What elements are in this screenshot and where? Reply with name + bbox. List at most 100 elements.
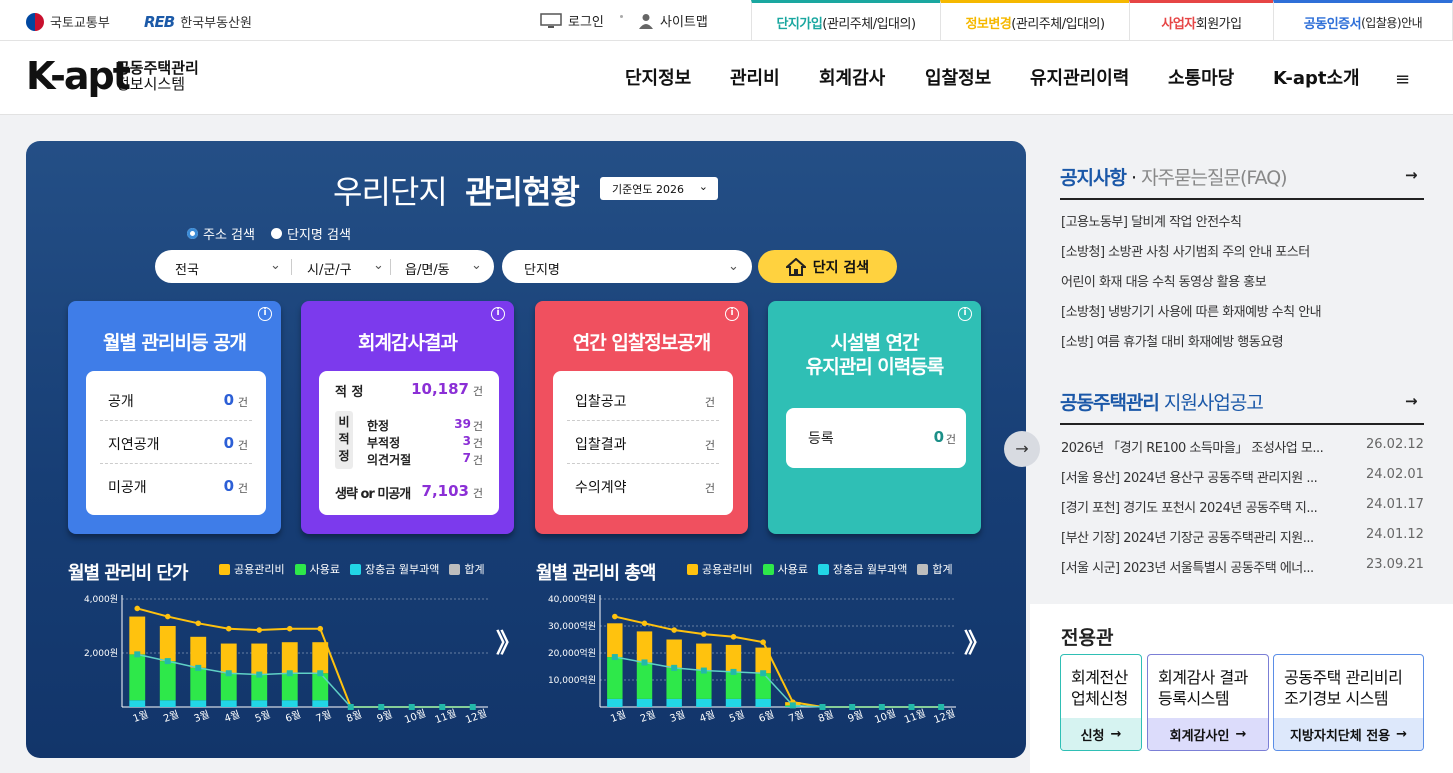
dedicated-accounting-vendor[interactable]: 회계전산 업체신청 신청 → bbox=[1060, 654, 1142, 751]
bar-common bbox=[251, 643, 268, 675]
chart-next-arrow[interactable]: 》 bbox=[496, 623, 522, 660]
point-usage bbox=[195, 664, 202, 671]
x-tick-label: 8월 bbox=[345, 708, 364, 725]
point-usage bbox=[760, 670, 767, 677]
point-usage bbox=[611, 654, 618, 661]
tab-business-signup[interactable]: 사업자 회원가입 bbox=[1129, 0, 1273, 41]
apply-label: 신청 bbox=[1080, 728, 1105, 744]
notice-item[interactable]: [고용노동부] 달비계 작업 안전수칙 bbox=[1061, 211, 1242, 230]
card-audit-results[interactable]: i 회계감사결과 적 정 10,187 건 비적정 한정 39 건 부적정 3 … bbox=[301, 301, 514, 534]
sitemap-link[interactable]: 사이트맵 bbox=[638, 11, 708, 30]
info-icon[interactable]: i bbox=[491, 307, 505, 321]
stat-label: 등록 bbox=[808, 431, 834, 447]
nav-about-kapt[interactable]: K-apt소개 bbox=[1273, 64, 1360, 90]
nav-management-fee[interactable]: 관리비 bbox=[730, 64, 780, 90]
card-title: 연간 입찰정보공개 bbox=[572, 332, 711, 354]
apply-button[interactable]: 신청 → bbox=[1061, 718, 1141, 750]
legend-item: 장충금 월부과액 bbox=[817, 561, 907, 577]
notice-item[interactable]: [소방청] 냉방기기 사용에 따른 화재예방 수칙 안내 bbox=[1061, 301, 1322, 320]
radio-name-search[interactable]: 단지명 검색 bbox=[271, 224, 351, 243]
province-select[interactable]: 전국 ⌄ bbox=[175, 258, 285, 278]
notice-item[interactable]: [소방청] 소방관 사칭 사기범죄 주의 안내 포스터 bbox=[1061, 241, 1310, 260]
stat-label: 입찰공고 bbox=[575, 394, 627, 410]
bar-usage bbox=[190, 667, 207, 701]
dedicated-card-text: 회계전산 업체신청 bbox=[1071, 667, 1128, 709]
chart-next-arrow[interactable]: 》 bbox=[964, 623, 990, 660]
card-maintenance-registration[interactable]: i 시설별 연간 유지관리 이력등록 등록 0 건 bbox=[768, 301, 981, 534]
point-usage bbox=[671, 664, 678, 671]
chart-unit-price: 4,000원 2,000원 1월 2월 3월 4월 5월 6월 7월 8월 9월 10월 11월 12월 bbox=[84, 594, 489, 726]
x-tick-label: 7월 bbox=[314, 708, 333, 725]
notice-item[interactable]: 어린이 화재 대응 수칙 동영상 활용 홍보 bbox=[1061, 271, 1267, 290]
support-item-title[interactable]: [서울 용산] 2024년 용산구 공동주택 관리지원 ... bbox=[1061, 467, 1331, 486]
point-total bbox=[225, 625, 232, 632]
stat-unit: 건 bbox=[237, 396, 248, 409]
card-title: 회계감사결과 bbox=[358, 332, 458, 354]
auditor-button[interactable]: 회계감사인 → bbox=[1148, 718, 1268, 750]
support-item-title[interactable]: [경기 포천] 경기도 포천시 2024년 공동주택 지... bbox=[1061, 497, 1331, 516]
complex-name-select[interactable]: 단지명 ⌄ bbox=[502, 250, 752, 283]
hamburger-menu-icon[interactable]: ≡ bbox=[1395, 69, 1410, 90]
legend-swatch bbox=[219, 563, 230, 575]
panel-next-button[interactable]: → bbox=[1004, 431, 1040, 467]
bar-reserve bbox=[696, 698, 712, 707]
adverse-label: 부적정 bbox=[367, 436, 401, 450]
legend-label: 장충금 월부과액 bbox=[364, 563, 440, 576]
stat-label: 공개 bbox=[108, 394, 134, 410]
tab-notice[interactable]: 공지사항 bbox=[1060, 167, 1127, 189]
bar-usage bbox=[281, 673, 298, 701]
support-item-date: 24.01.17 bbox=[1366, 497, 1424, 512]
nav-accounting-audit[interactable]: 회계감사 bbox=[819, 64, 885, 90]
dedicated-early-warning[interactable]: 공동주택 관리비리 조기경보 시스템 지방자치단체 전용 → bbox=[1273, 654, 1424, 751]
info-icon[interactable]: i bbox=[725, 307, 739, 321]
support-more-arrow-icon[interactable]: → bbox=[1405, 392, 1418, 410]
point-total bbox=[164, 613, 171, 620]
info-icon[interactable]: i bbox=[258, 307, 272, 321]
complex-search-button[interactable]: 단지 검색 bbox=[758, 250, 897, 283]
local-gov-button[interactable]: 지방자치단체 전용 → bbox=[1274, 718, 1423, 750]
x-tick-label: 5월 bbox=[253, 708, 272, 725]
brand-subtitle: 공동주택관리 정보시스템 bbox=[116, 60, 199, 92]
city-select[interactable]: 시/군/구 ⌄ bbox=[307, 258, 387, 278]
dedicated-audit-registration[interactable]: 회계감사 결과 등록시스템 회계감사인 → bbox=[1147, 654, 1269, 751]
nav-bid-info[interactable]: 입찰정보 bbox=[925, 64, 991, 90]
card-annual-bid-disclosure[interactable]: i 연간 입찰정보공개 입찰공고 건 입찰결과 건 수의계약 건 bbox=[535, 301, 748, 534]
nav-complex-info[interactable]: 단지정보 bbox=[625, 64, 691, 90]
year-select[interactable]: 기준연도 2026 ⌄ bbox=[600, 177, 718, 200]
legend-swatch bbox=[762, 563, 774, 575]
tab-info-change[interactable]: 정보변경 (관리주체/입대의) bbox=[940, 0, 1129, 41]
molit-link[interactable]: 국토교통부 bbox=[26, 12, 110, 31]
bar-reserve bbox=[220, 700, 237, 707]
card-monthly-fee-disclosure[interactable]: i 월별 관리비등 공개 공개 0 건 지연공개 0 건 미공개 0 건 bbox=[68, 301, 281, 534]
home-icon bbox=[785, 257, 806, 276]
omitted-unit: 건 bbox=[472, 487, 483, 500]
town-select[interactable]: 읍/면/동 ⌄ bbox=[405, 258, 490, 278]
bar-usage bbox=[755, 673, 771, 699]
notice-more-arrow-icon[interactable]: → bbox=[1405, 166, 1418, 184]
support-item-title[interactable]: [부산 기장] 2024년 기장군 공동주택관리 지원... bbox=[1061, 527, 1331, 546]
x-tick-label: 9월 bbox=[846, 708, 865, 725]
notice-item[interactable]: [소방] 여름 휴가철 대비 화재예방 행동요령 bbox=[1061, 331, 1284, 350]
info-icon[interactable]: i bbox=[958, 307, 972, 321]
nav-community[interactable]: 소통마당 bbox=[1168, 64, 1234, 90]
point-total bbox=[730, 634, 737, 640]
nav-maintenance-history[interactable]: 유지관리이력 bbox=[1030, 64, 1129, 90]
stat-unit: 건 bbox=[704, 396, 715, 409]
local-gov-label: 지방자치단체 전용 bbox=[1289, 728, 1391, 744]
login-link[interactable]: 로그인 bbox=[540, 11, 604, 30]
card-title-line2: 유지관리 이력등록 bbox=[805, 356, 944, 378]
legend-label: 공용관리비 bbox=[702, 563, 753, 576]
support-item-title[interactable]: [서울 시군] 2023년 서울특별시 공동주택 에너... bbox=[1061, 557, 1331, 576]
x-tick-label: 1월 bbox=[131, 708, 150, 725]
support-header: 공동주택관리 지원사업공고 bbox=[1060, 388, 1264, 415]
radio-address-search[interactable]: 주소 검색 bbox=[187, 224, 255, 243]
reb-link[interactable]: REB 한국부동산원 bbox=[144, 12, 252, 32]
tab-certificate-guide[interactable]: 공동인증서 (입찰용)안내 bbox=[1273, 0, 1453, 41]
tab-faq[interactable]: 자주묻는질문(FAQ) bbox=[1141, 167, 1288, 189]
tab-complex-join[interactable]: 단지가입 (관리주체/입대의) bbox=[751, 0, 940, 41]
legend-swatch bbox=[917, 563, 929, 575]
brand-logo[interactable]: K-apt bbox=[26, 57, 131, 95]
complex-name-value: 단지명 bbox=[524, 263, 560, 278]
support-item-title[interactable]: 2026년 「경기 RE100 소득마을」 조성사업 모... bbox=[1061, 437, 1331, 456]
legend-item: 장충금 월부과액 bbox=[349, 561, 440, 577]
